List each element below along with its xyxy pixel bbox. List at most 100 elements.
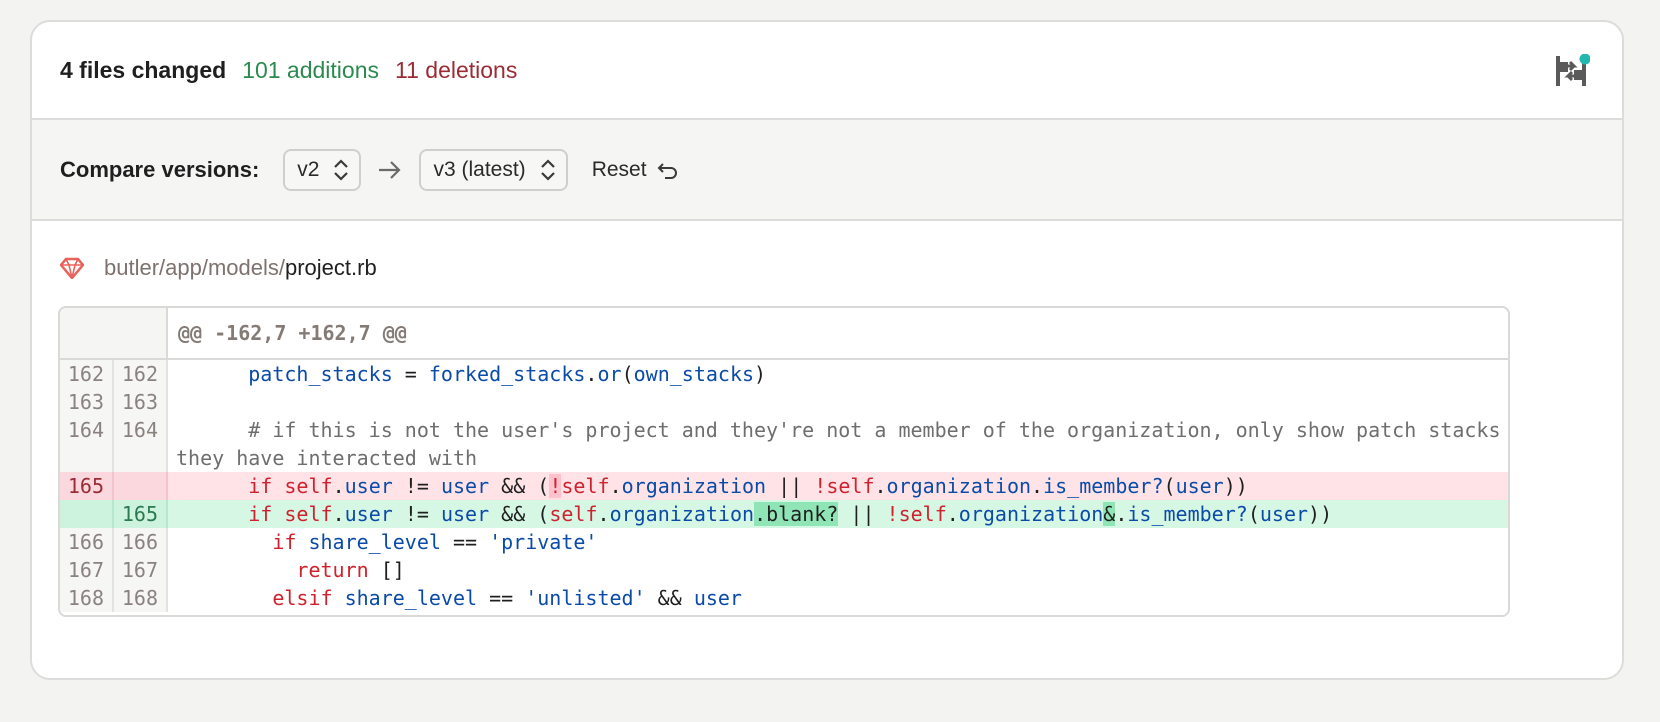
- code-line: patch_stacks = forked_stacks.or(own_stac…: [168, 360, 1508, 388]
- old-line-number: 164: [60, 416, 114, 472]
- diff-table: @@ -162,7 +162,7 @@ 162 162 patch_stacks…: [58, 306, 1510, 617]
- code-token: (: [537, 502, 550, 526]
- code-token: is_member?: [1127, 502, 1248, 526]
- code-token: ||: [838, 502, 887, 526]
- code-token: user: [1175, 474, 1224, 498]
- code-token: 'private': [489, 530, 598, 554]
- code-token: =: [392, 362, 429, 386]
- code-token: self: [549, 502, 598, 526]
- code-token: )): [1308, 502, 1333, 526]
- code-token: (: [1163, 474, 1176, 498]
- additions-count: 101 additions: [242, 56, 380, 83]
- code-token: user: [344, 474, 393, 498]
- from-version-select[interactable]: v2: [283, 148, 362, 191]
- code-line: # if this is not the user's project and …: [168, 416, 1508, 472]
- to-version-value: v3 (latest): [433, 157, 526, 181]
- notification-dot: [1579, 54, 1590, 65]
- code-token: if: [248, 474, 273, 498]
- new-line-number: 168: [114, 584, 168, 612]
- arrow-right-icon: [379, 160, 402, 179]
- code-token: self: [826, 474, 875, 498]
- code-line: return []: [168, 556, 1508, 584]
- diff-card: 4 files changed 101 additions 11 deletio…: [30, 20, 1624, 680]
- new-line-number: 165: [114, 500, 168, 528]
- code-token: organization: [886, 474, 1032, 498]
- new-line-number: 163: [114, 388, 168, 416]
- code-token: patch_stacks: [248, 362, 393, 386]
- code-token: .: [874, 474, 887, 498]
- code-token: .: [332, 502, 345, 526]
- code-token: .: [946, 502, 959, 526]
- code-token: ||: [766, 474, 815, 498]
- code-token: return: [296, 558, 369, 582]
- to-version-select[interactable]: v3 (latest): [419, 148, 568, 191]
- code-token: &&: [645, 586, 694, 610]
- compare-changes-icon[interactable]: [1554, 54, 1590, 88]
- code-token: if: [248, 502, 273, 526]
- code-token: (: [537, 474, 550, 498]
- compare-label: Compare versions:: [60, 156, 260, 182]
- code-token: self: [898, 502, 947, 526]
- code-token: !: [814, 474, 827, 498]
- code-token-added: .blank?: [754, 502, 839, 526]
- reset-button[interactable]: Reset: [592, 158, 679, 182]
- code-token: !=: [392, 502, 441, 526]
- code-token: ): [754, 362, 767, 386]
- code-token: organization: [609, 502, 755, 526]
- code-token: .: [609, 474, 622, 498]
- file-path-dir: butler/app/models/: [104, 255, 285, 280]
- chevron-up-down-icon: [540, 158, 555, 181]
- undo-icon: [657, 162, 677, 179]
- code-token: user: [344, 502, 393, 526]
- code-token: )): [1223, 474, 1248, 498]
- code-token: elsif: [272, 586, 333, 610]
- code-token: []: [380, 558, 405, 582]
- code-token: &&: [489, 502, 538, 526]
- diff-row: 163 163: [60, 388, 1508, 416]
- code-token: self: [561, 474, 610, 498]
- code-token: self: [284, 502, 333, 526]
- code-token: forked_stacks: [428, 362, 586, 386]
- diff-row: 166 166 if share_level == 'private': [60, 528, 1508, 556]
- deletions-count: 11 deletions: [395, 56, 518, 83]
- new-line-number: 164: [114, 416, 168, 472]
- file-name[interactable]: project.rb: [285, 255, 377, 281]
- new-line-number: 166: [114, 528, 168, 556]
- code-token-added: &: [1103, 502, 1116, 526]
- hunk-gutter: [60, 308, 168, 358]
- code-token: if: [272, 530, 297, 554]
- new-line-number: 167: [114, 556, 168, 584]
- code-token: (: [1247, 502, 1260, 526]
- file-header: butler/app/models/ project.rb: [32, 221, 1622, 315]
- old-line-number: 165: [60, 472, 114, 500]
- old-line-number: 167: [60, 556, 114, 584]
- old-line-number: [60, 500, 114, 528]
- code-token-removed: !: [549, 474, 562, 498]
- code-token: ==: [440, 530, 490, 554]
- code-comment: # if this is not the user's project and …: [176, 418, 1501, 470]
- code-token: (: [621, 362, 634, 386]
- code-token: ==: [477, 586, 526, 610]
- code-token: or: [597, 362, 622, 386]
- files-changed-count: 4 files changed: [60, 56, 227, 83]
- code-token: &&: [489, 474, 538, 498]
- old-line-number: 168: [60, 584, 114, 612]
- diff-row-added: 165 if self.user != user && (self.organi…: [60, 500, 1508, 528]
- code-token: user: [440, 502, 490, 526]
- old-line-number: 166: [60, 528, 114, 556]
- code-token: !=: [392, 474, 441, 498]
- compare-versions-bar: Compare versions: v2 v3 (latest) Reset: [32, 120, 1622, 221]
- code-token: self: [284, 474, 333, 498]
- code-line: if self.user != user && (!self.organizat…: [168, 472, 1508, 500]
- ruby-file-icon: [60, 257, 84, 279]
- chevron-up-down-icon: [334, 158, 349, 181]
- diff-summary: 4 files changed 101 additions 11 deletio…: [32, 22, 1622, 120]
- code-token: .: [585, 362, 598, 386]
- code-token: organization: [958, 502, 1104, 526]
- code-token: .: [1115, 502, 1128, 526]
- diff-row: 168 168 elsif share_level == 'unlisted' …: [60, 584, 1508, 612]
- diff-row: 162 162 patch_stacks = forked_stacks.or(…: [60, 360, 1508, 388]
- code-token: !: [886, 502, 899, 526]
- code-token: .: [332, 474, 345, 498]
